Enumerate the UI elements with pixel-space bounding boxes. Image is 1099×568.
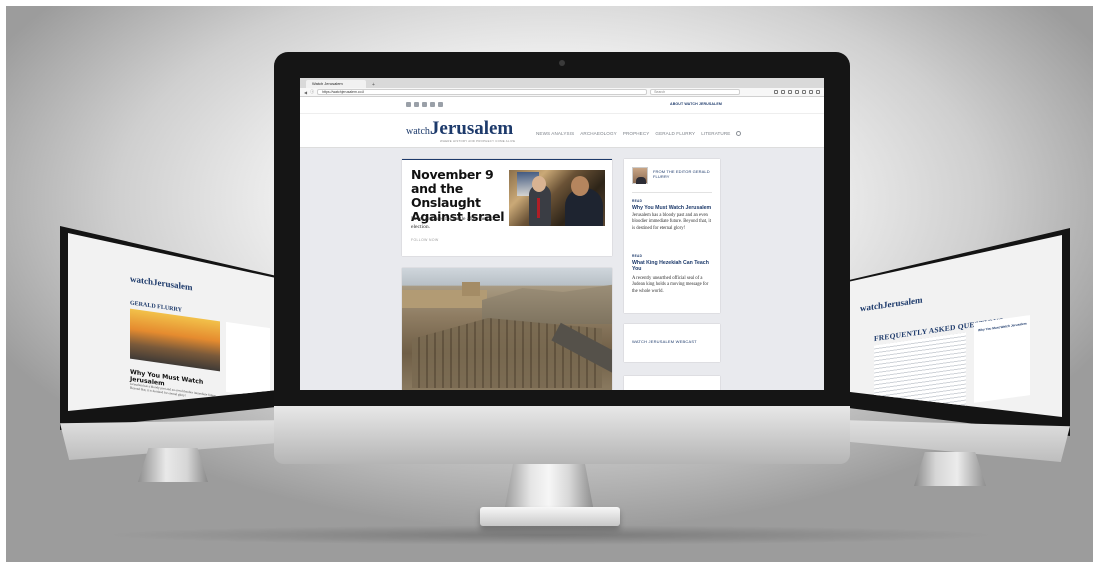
feature-subtitle: Israel prepares for battle after the U.S…	[411, 216, 497, 230]
sidebar-article-text: Jerusalem has a bloody past and an even …	[632, 213, 712, 231]
address-bar[interactable]: https://watchjerusalem.co.il	[317, 89, 648, 95]
logo-jerusalem: Jerusalem	[429, 118, 514, 139]
search-icon[interactable]	[736, 131, 742, 136]
browser-toolbar: ◀ ⓘ https://watchjerusalem.co.il Search	[300, 88, 824, 97]
back-icon[interactable]: ◀	[304, 90, 307, 95]
editor-label[interactable]: FROM THE EDITOR GERALD FLURRY	[653, 169, 713, 179]
site-tagline: WHERE HISTORY AND PROPHECY COME ALIVE	[440, 139, 516, 143]
browser-tab-bar: Watch Jerusalem +	[300, 78, 824, 88]
follow-now-link[interactable]: FOLLOW NOW	[411, 238, 439, 242]
feature-article[interactable]: November 9 and the Onslaught Against Isr…	[402, 159, 612, 256]
nav-gerald-flurry[interactable]: GERALD FLURRY	[655, 131, 695, 136]
center-monitor-screen: Watch Jerusalem + ◀ ⓘ https://watchjerus…	[300, 78, 824, 390]
sidebar-divider	[632, 192, 712, 193]
center-monitor-base	[480, 507, 620, 526]
menu-icon[interactable]	[816, 90, 820, 94]
feature-photo[interactable]	[509, 170, 605, 226]
browser-search-input[interactable]: Search	[650, 89, 741, 95]
pocket-icon[interactable]	[788, 90, 792, 94]
main-nav: NEWS ANALYSIS ARCHAEOLOGY PROPHECY GERAL…	[536, 131, 742, 136]
right-sidebar: Why You Must Watch Jerusalem	[974, 315, 1030, 403]
webcast-card[interactable]: WATCH JERUSALEM WEBCAST	[624, 324, 720, 362]
camera-icon	[559, 60, 565, 66]
person-left-head	[532, 176, 546, 192]
left-jerusalem-photo[interactable]	[130, 308, 220, 372]
left-monitor-stand	[138, 448, 208, 482]
logo-watch: watch	[406, 126, 430, 137]
sidebar-article-title[interactable]: Why You Must Watch Jerusalem	[632, 205, 714, 211]
tie-shape	[537, 198, 540, 218]
archaeology-photo[interactable]	[402, 268, 612, 390]
left-sidebar	[226, 321, 270, 399]
editor-sidebar: FROM THE EDITOR GERALD FLURRY READ Why Y…	[624, 159, 720, 313]
twitter-icon[interactable]	[422, 102, 427, 107]
webcast-link[interactable]: WATCH JERUSALEM WEBCAST	[632, 339, 697, 344]
reading-list-icon[interactable]	[781, 90, 785, 94]
home-icon[interactable]	[802, 90, 806, 94]
center-monitor-stand	[504, 464, 594, 512]
read-tag: READ	[632, 254, 643, 258]
facebook-icon[interactable]	[414, 102, 419, 107]
left-site-logo[interactable]: watchJerusalem	[130, 274, 193, 293]
extension-icon[interactable]	[809, 90, 813, 94]
right-sidebar-heading[interactable]: Why You Must Watch Jerusalem	[978, 322, 1027, 333]
new-tab-button[interactable]: +	[369, 82, 378, 88]
about-link[interactable]: ABOUT WATCH JERUSALEM	[670, 102, 722, 106]
tower-shape	[462, 282, 480, 296]
youtube-icon[interactable]	[430, 102, 435, 107]
sidebar-card	[624, 376, 720, 390]
sidebar-article-title[interactable]: What King Hezekiah Can Teach You	[632, 260, 714, 272]
star-icon[interactable]	[774, 90, 778, 94]
left-monitor-screen: watchJerusalem GERALD FLURRY Why You Mus…	[68, 233, 282, 411]
read-tag: READ	[632, 199, 643, 203]
center-monitor-chin	[274, 406, 850, 464]
nav-news-analysis[interactable]: NEWS ANALYSIS	[536, 131, 574, 136]
sidebar-article-text: A recently unearthed official seal of a …	[632, 276, 709, 294]
nav-prophecy[interactable]: PROPHECY	[623, 131, 650, 136]
person-right-head	[571, 176, 589, 196]
browser-search-placeholder: Search	[654, 90, 666, 94]
right-monitor-screen: watchJerusalem FREQUENTLY ASKED QUESTION…	[846, 235, 1062, 417]
rss-icon[interactable]	[406, 102, 411, 107]
info-icon[interactable]: ⓘ	[310, 89, 314, 95]
editor-avatar[interactable]	[632, 167, 648, 184]
social-links	[406, 102, 443, 107]
right-site-logo[interactable]: watchJerusalem	[860, 295, 923, 314]
browser-tab[interactable]: Watch Jerusalem	[306, 80, 366, 88]
toolbar-icons	[774, 90, 820, 94]
site-header: watchJerusalem WHERE HISTORY AND PROPHEC…	[300, 113, 824, 148]
hills-shape	[482, 284, 612, 324]
nav-literature[interactable]: LITERATURE	[701, 131, 730, 136]
site-top-strip: ABOUT WATCH JERUSALEM	[300, 97, 824, 113]
floor-shadow	[100, 525, 1000, 545]
email-icon[interactable]	[438, 102, 443, 107]
download-icon[interactable]	[795, 90, 799, 94]
site-logo[interactable]: watchJerusalem	[406, 118, 513, 140]
right-monitor-stand	[914, 452, 986, 486]
nav-archaeology[interactable]: ARCHAEOLOGY	[580, 131, 617, 136]
